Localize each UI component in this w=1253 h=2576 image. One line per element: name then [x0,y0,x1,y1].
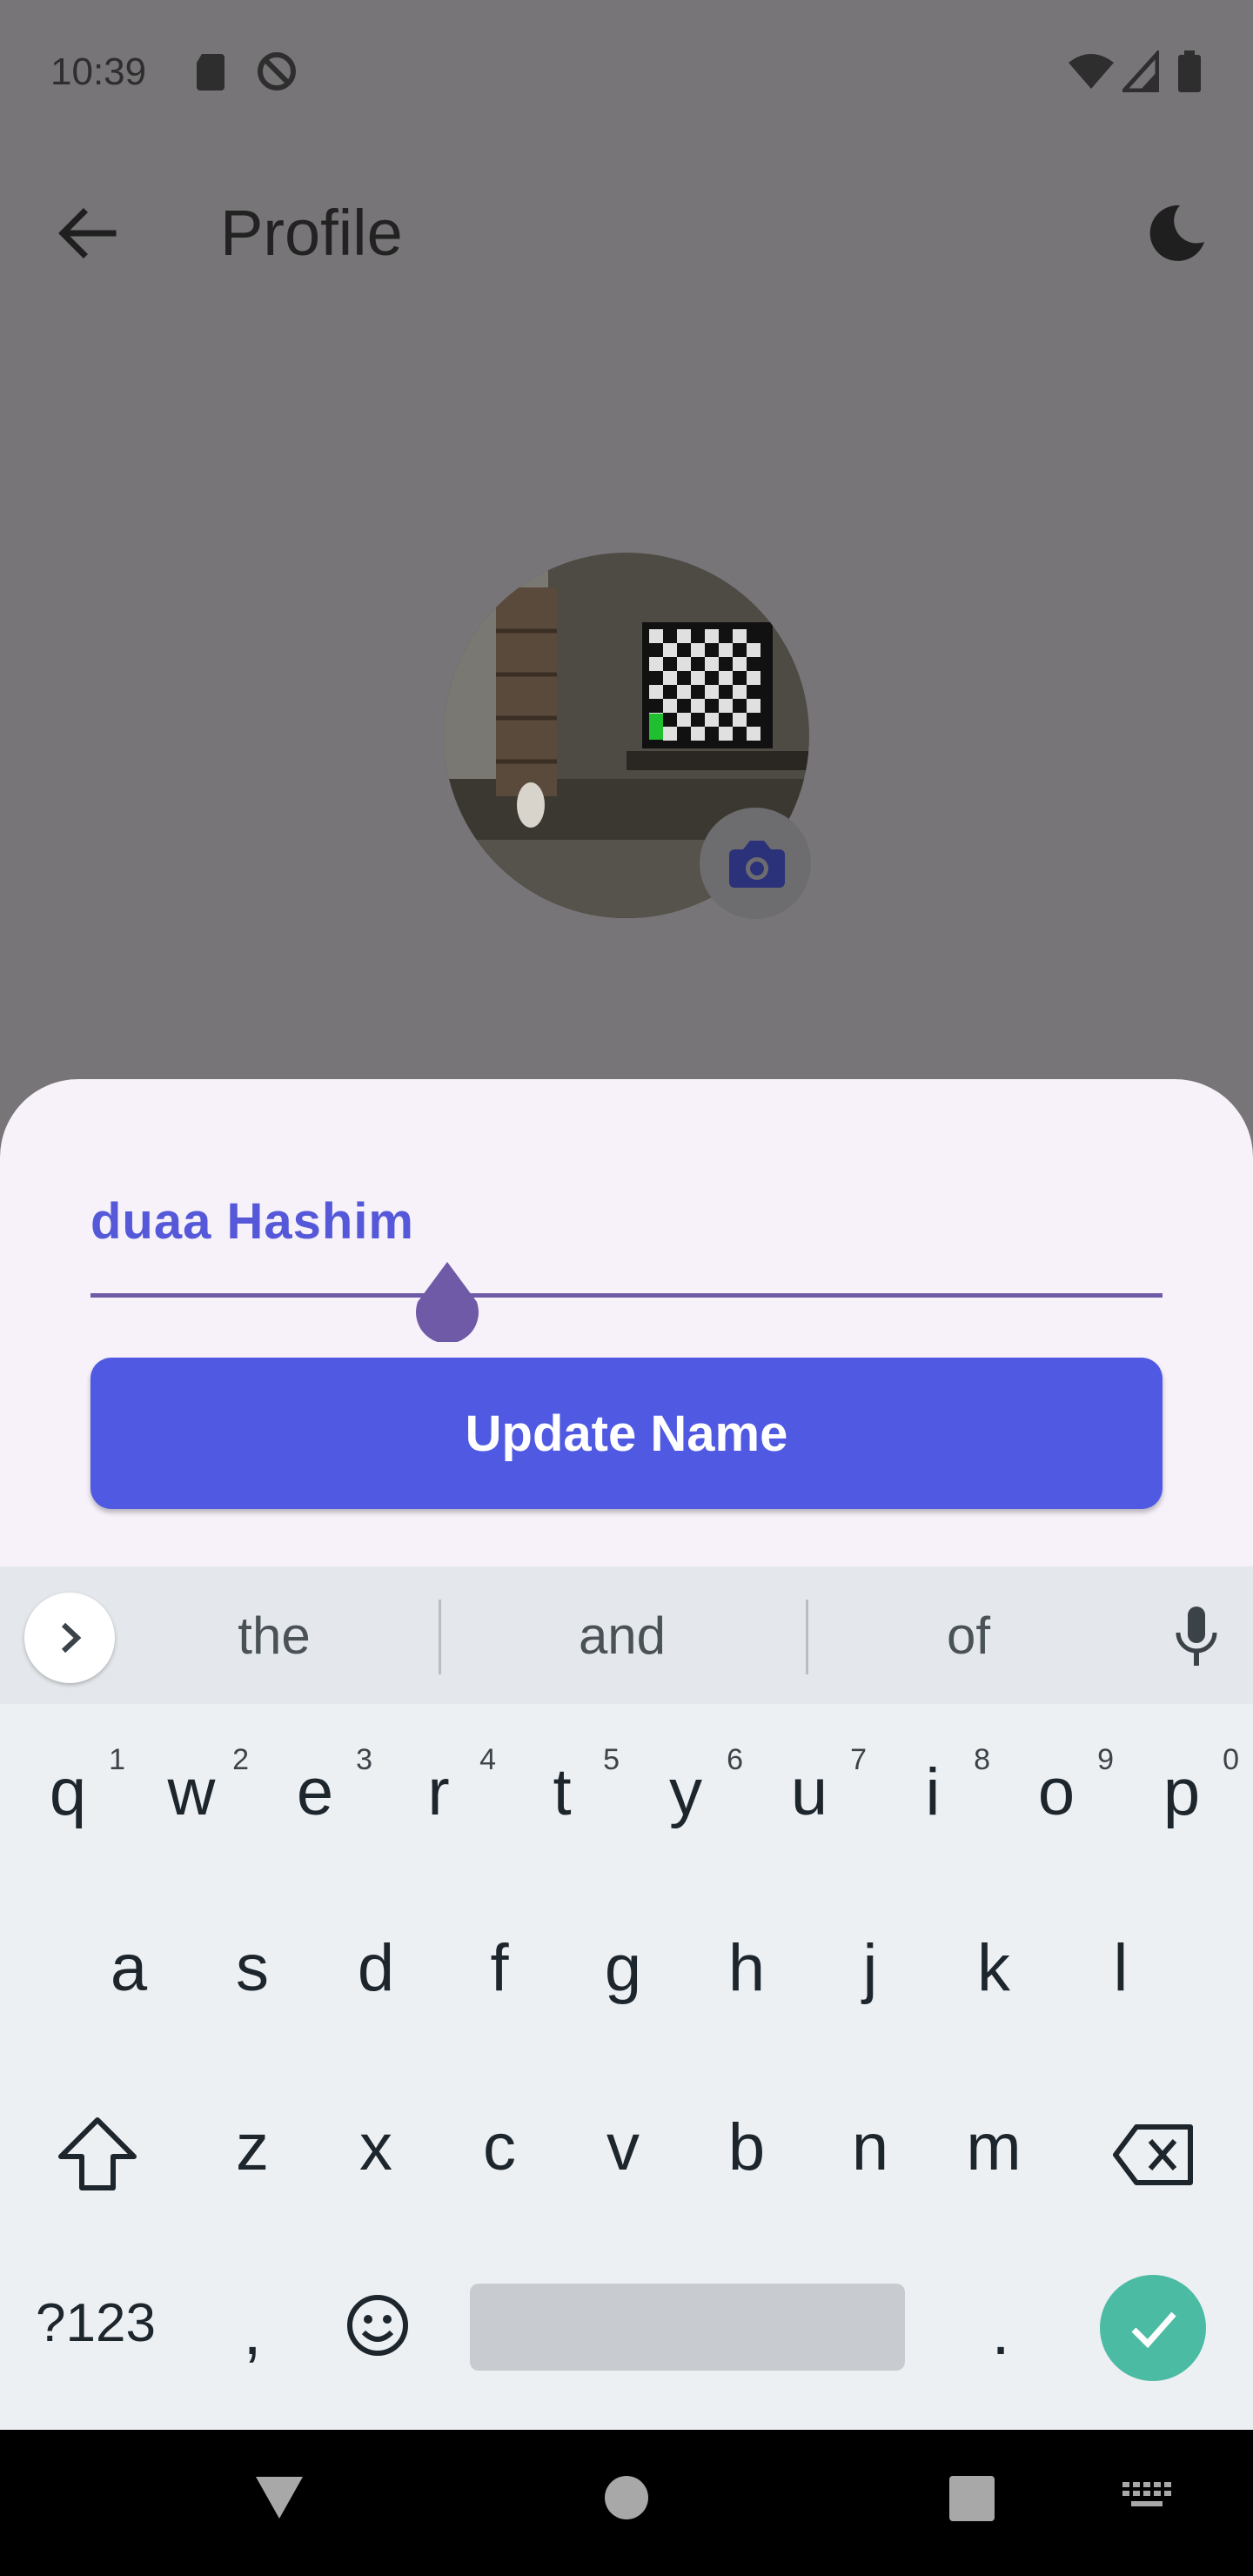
battery-icon [1178,50,1201,92]
dark-mode-moon-icon[interactable] [1140,198,1209,268]
key-n[interactable]: n [809,2104,931,2200]
backspace-icon[interactable] [1110,2122,1197,2188]
suggestion-the[interactable]: the [174,1601,374,1671]
key-u[interactable]: u7 [748,1743,870,1845]
key-v[interactable]: v [562,2104,684,2200]
key-m[interactable]: m [933,2104,1055,2200]
key-y[interactable]: y6 [625,1743,747,1845]
signal-icon [1122,50,1159,92]
key-h[interactable]: h [686,1925,807,2021]
microphone-icon[interactable] [1166,1601,1227,1671]
key-t[interactable]: t5 [501,1743,623,1845]
key-b[interactable]: b [686,2104,807,2200]
navigation-bar [0,2430,1253,2576]
name-input[interactable]: duaa Hashim [90,1192,414,1251]
key-a[interactable]: a [68,1925,190,2021]
key-o[interactable]: o9 [995,1743,1117,1845]
key-c[interactable]: c [439,2104,560,2200]
suggestion-of[interactable]: of [868,1601,1069,1671]
key-f[interactable]: f [439,1925,560,2021]
key-e[interactable]: e3 [254,1743,376,1845]
wifi-icon [1069,54,1114,89]
back-arrow-icon[interactable] [52,198,122,268]
key-z[interactable]: z [191,2104,313,2200]
done-key[interactable] [1100,2275,1206,2381]
status-time: 10:39 [50,50,147,93]
key-l[interactable]: l [1060,1925,1182,2021]
key-g[interactable]: g [562,1925,684,2021]
chevron-right-icon [61,1622,82,1654]
checkmark-icon [1131,2311,1176,2349]
expand-toolbar-button[interactable] [24,1593,115,1683]
key-q[interactable]: q1 [7,1743,129,1845]
text-cursor-handle[interactable] [412,1258,482,1342]
do-not-disturb-icon [258,52,296,91]
update-name-button[interactable]: Update Name [90,1358,1163,1509]
status-bar: 10:39 [0,0,1253,148]
key-x[interactable]: x [315,2104,437,2200]
nav-back-icon[interactable] [252,2473,306,2522]
key-r[interactable]: r4 [378,1743,499,1845]
key-i[interactable]: i8 [872,1743,994,1845]
key-w[interactable]: w2 [131,1743,252,1845]
keyboard-switch-icon[interactable] [1121,2480,1173,2515]
nav-home-icon[interactable] [604,2475,649,2520]
shift-icon[interactable] [54,2115,141,2193]
space-bar[interactable] [470,2284,905,2371]
page-title: Profile [220,197,403,269]
camera-icon [729,841,785,888]
suggestion-divider [806,1600,808,1674]
suggestion-and[interactable]: and [522,1601,722,1671]
key-j[interactable]: j [809,1925,931,2021]
sd-card-icon [197,54,224,91]
change-photo-button[interactable] [700,808,811,919]
name-input-underline [90,1293,1163,1298]
key-s[interactable]: s [191,1925,313,2021]
key-d[interactable]: d [315,1925,437,2021]
suggestion-divider [439,1600,441,1674]
key-p[interactable]: p0 [1121,1743,1243,1845]
nav-recents-icon[interactable] [948,2475,995,2522]
period-key[interactable]: . [966,2289,1035,2376]
emoji-icon[interactable] [343,2291,412,2360]
comma-key[interactable]: , [218,2289,287,2376]
symbols-key[interactable]: ?123 [26,2280,165,2367]
key-k[interactable]: k [933,1925,1055,2021]
